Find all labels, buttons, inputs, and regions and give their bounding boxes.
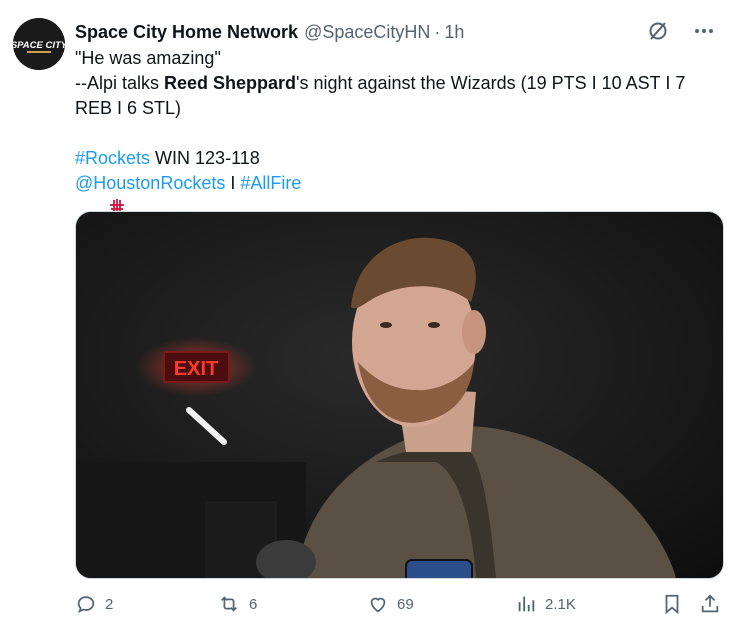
grok-icon[interactable] (645, 18, 671, 44)
reply-button[interactable]: 2 (75, 590, 113, 618)
hashtag-allfire[interactable]: #AllFire (240, 173, 301, 193)
tags-divider: I (225, 173, 241, 193)
action-bar: 2 6 69 2.1K (75, 590, 725, 618)
author-name[interactable]: Space City Home Network (75, 22, 298, 43)
description-suffix: 's night against the Wizards (19 PTS I 1… (296, 73, 686, 93)
like-count: 69 (397, 595, 414, 613)
description-prefix: --Alpi talks (75, 73, 165, 93)
mention-houston-rockets[interactable]: @HoustonRockets (75, 173, 225, 193)
views-button[interactable]: 2.1K (515, 590, 576, 618)
player-name: Reed Sheppard (164, 73, 297, 93)
repost-button[interactable]: 6 (217, 590, 257, 618)
hashtag-rockets[interactable]: #Rockets (75, 148, 150, 168)
avatar-logo-text: SPACE CITY (13, 40, 65, 51)
heart-icon (370, 597, 386, 613)
description-line: --Alpi talks Reed Sheppard's night again… (75, 71, 725, 96)
author-handle[interactable]: @SpaceCityHN (304, 22, 430, 43)
views-icon (518, 596, 535, 612)
video-media[interactable]: EXIT (75, 211, 724, 579)
tweet[interactable]: SPACE CITY Space City Home Network @Spac… (0, 0, 735, 625)
repost-count: 6 (249, 595, 258, 613)
reply-icon (77, 596, 95, 613)
timestamp[interactable]: 1h (444, 22, 464, 43)
stats-line: REB I 6 STL) (75, 98, 182, 118)
bookmark-icon (665, 594, 679, 615)
more-options-icon[interactable] (691, 18, 717, 44)
repost-icon (221, 596, 237, 612)
like-button[interactable]: 69 (367, 590, 414, 618)
avatar[interactable]: SPACE CITY (13, 18, 65, 70)
header-actions (645, 18, 717, 44)
views-count: 2.1K (545, 595, 576, 613)
share-button[interactable] (699, 590, 729, 618)
win-text: WIN 123-118 (150, 148, 260, 168)
exit-sign: EXIT (174, 358, 218, 380)
separator-dot: · (434, 21, 441, 42)
bookmark-button[interactable] (661, 590, 691, 618)
share-icon (701, 594, 719, 613)
reply-count: 2 (105, 595, 114, 613)
result-line: #Rockets WIN 123-118 (75, 146, 725, 171)
tweet-header: Space City Home Network @SpaceCityHN · 1… (75, 20, 725, 44)
quote-line: "He was amazing" (75, 48, 221, 68)
